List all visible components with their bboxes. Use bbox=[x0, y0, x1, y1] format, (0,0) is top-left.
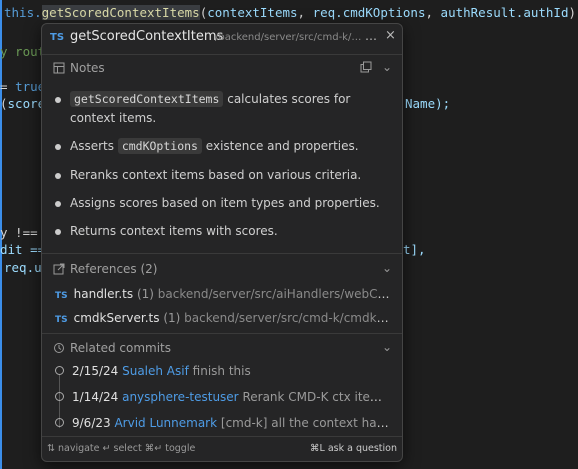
note-bullet-icon bbox=[55, 97, 61, 103]
reference-item[interactable]: TS cmdkServer.ts (1) backend/server/src/c… bbox=[55, 311, 390, 329]
external-link-icon bbox=[53, 263, 65, 275]
typescript-icon: TS bbox=[50, 32, 65, 43]
keyboard-hints: ⇅ navigate ↵ select ⌘↵ toggle bbox=[47, 443, 196, 454]
note-bullet-icon bbox=[55, 173, 61, 179]
note-item: Assigns scores based on item types and p… bbox=[70, 196, 380, 210]
close-icon[interactable]: × bbox=[385, 28, 396, 43]
typescript-icon: TS bbox=[55, 291, 68, 301]
commit-item[interactable]: 9/6/23 Arvid Lunnemark [cmd-k] all the c… bbox=[55, 416, 392, 434]
note-bullet-icon bbox=[55, 144, 61, 150]
code-line-7: req.u bbox=[4, 260, 42, 275]
reference-item[interactable]: TS handler.ts (1) backend/server/src/aiHa… bbox=[55, 287, 390, 305]
code-line-5: y !== bbox=[0, 225, 38, 240]
references-section-header[interactable]: References (2) ⌄ bbox=[42, 259, 402, 281]
notes-label: Notes bbox=[70, 61, 105, 75]
symbol-path[interactable]: /backend/server/src/cmd-k/cmdkServer.ts bbox=[215, 32, 363, 43]
note-bullet-icon bbox=[55, 201, 61, 207]
more-icon[interactable]: … bbox=[365, 29, 377, 43]
code-line-4: (score bbox=[0, 96, 46, 111]
ask-question-button[interactable]: ⌘L ask a question bbox=[310, 443, 397, 454]
code-line-6: dit == bbox=[0, 242, 46, 257]
hover-popup: TS getScoredContextItems /backend/server… bbox=[41, 23, 403, 462]
popup-header: TS getScoredContextItems /backend/server… bbox=[42, 24, 402, 52]
chevron-down-icon[interactable]: ⌄ bbox=[382, 261, 392, 275]
chevron-down-icon[interactable]: ⌄ bbox=[382, 340, 392, 354]
copy-icon[interactable] bbox=[360, 61, 372, 73]
typescript-icon: TS bbox=[55, 315, 68, 325]
code-line-1: this.getScoredContextItems(contextItems,… bbox=[4, 5, 578, 20]
hovered-symbol[interactable]: getScoredContextItems bbox=[41, 5, 200, 20]
note-item: Asserts cmdKOptions existence and proper… bbox=[70, 138, 359, 154]
symbol-title: getScoredContextItems bbox=[70, 29, 224, 44]
notes-icon bbox=[53, 62, 65, 74]
code-line-6-right: t], bbox=[403, 242, 426, 257]
note-item: getScoredContextItems calculates scores … bbox=[70, 91, 351, 125]
commit-icon bbox=[55, 392, 64, 401]
related-commits-section-header[interactable]: Related commits ⌄ bbox=[42, 338, 402, 360]
code-line-3: = true bbox=[0, 79, 46, 94]
references-label: References (2) bbox=[70, 262, 158, 276]
note-bullet-icon bbox=[55, 229, 61, 235]
commit-icon bbox=[55, 366, 64, 375]
commit-icon bbox=[55, 418, 64, 427]
history-icon bbox=[54, 343, 64, 353]
notes-section-header[interactable]: Notes ⌄ bbox=[42, 58, 402, 80]
note-item: Returns context items with scores. bbox=[70, 224, 278, 238]
chevron-down-icon[interactable]: ⌄ bbox=[382, 60, 392, 74]
divider bbox=[42, 253, 402, 254]
note-item: Reranks context items based on various c… bbox=[70, 168, 362, 182]
divider bbox=[42, 54, 402, 55]
divider bbox=[42, 333, 402, 334]
code-line-2: y rout bbox=[0, 44, 46, 59]
related-commits-label: Related commits bbox=[70, 341, 171, 355]
popup-footer: ⇅ navigate ↵ select ⌘↵ toggle ⌘L ask a q… bbox=[42, 436, 402, 461]
code-line-4-right: Name); bbox=[405, 96, 451, 111]
commit-item[interactable]: 2/15/24 Sualeh Asif finish this bbox=[55, 364, 392, 382]
commit-item[interactable]: 1/14/24 anysphere-testuser Rerank CMD-K … bbox=[55, 390, 392, 408]
